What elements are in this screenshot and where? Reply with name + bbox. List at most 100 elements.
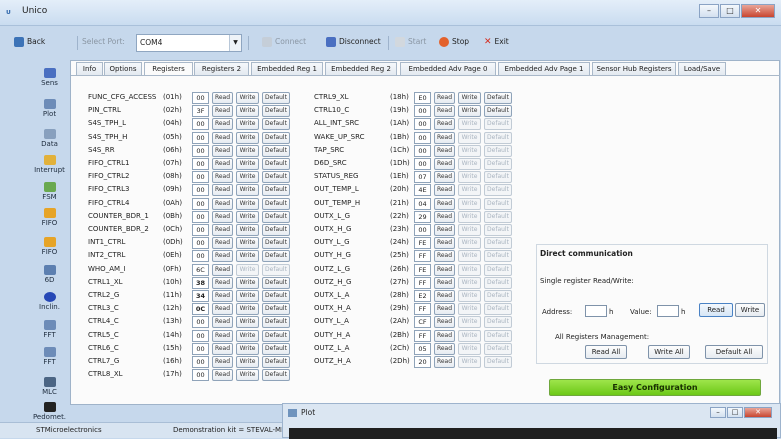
write-button[interactable]: Write [236,276,259,289]
read-button[interactable]: Read [434,303,455,316]
read-button[interactable]: Read [212,105,233,118]
register-value[interactable]: 00 [192,158,209,170]
read-button[interactable]: Read [212,303,233,316]
read-button[interactable]: Read [212,263,233,276]
register-value[interactable]: E0 [414,92,431,104]
write-button[interactable]: Write [236,342,259,355]
stop-button[interactable]: Stop [439,34,469,50]
read-button[interactable]: Read [434,237,455,250]
default-button[interactable]: Default [484,210,512,223]
read-button[interactable]: Read [212,210,233,223]
read-button[interactable]: Read [434,92,455,104]
write-button[interactable]: Write [458,290,481,302]
register-value[interactable]: 34 [192,290,209,302]
read-button[interactable]: Read [434,184,455,197]
maximize-button[interactable]: □ [720,4,740,18]
default-button[interactable]: Default [262,237,290,250]
read-button[interactable]: Read [434,224,455,236]
register-value[interactable]: 00 [414,224,431,236]
write-button[interactable]: Write [236,158,259,170]
read-all-button[interactable]: Read All [585,345,627,359]
read-button[interactable]: Read [212,316,233,329]
default-button[interactable]: Default [262,263,290,276]
read-button[interactable]: Read [212,356,233,368]
write-button[interactable]: Write [458,316,481,329]
tab-registers-2[interactable]: Registers 2 [194,62,249,75]
plot-maximize-button[interactable]: □ [727,407,743,418]
default-button[interactable]: Default [262,197,290,210]
default-button[interactable]: Default [484,105,512,118]
address-input[interactable] [585,305,607,317]
sidebar-item-pedomet[interactable]: Pedomet. [31,402,68,421]
read-button[interactable]: Read [212,237,233,250]
register-value[interactable]: 00 [414,158,431,170]
write-button[interactable]: Write [236,290,259,302]
default-button[interactable]: Default [484,263,512,276]
tab-registers[interactable]: Registers [144,62,193,76]
read-button[interactable]: Read [434,158,455,170]
read-button[interactable]: Read [212,118,233,131]
tab-embedded-reg-1[interactable]: Embedded Reg 1 [251,62,323,75]
default-button[interactable]: Default [262,105,290,118]
write-button[interactable]: Write [458,263,481,276]
default-button[interactable]: Default [484,356,512,368]
sidebar-item-6d[interactable]: 6D [31,265,68,284]
write-button[interactable]: Write [458,144,481,157]
default-button[interactable]: Default [484,276,512,289]
read-button[interactable]: Read [434,276,455,289]
exit-button[interactable]: ✕ Exit [484,34,509,50]
connect-button[interactable]: Connect [262,34,306,50]
register-value[interactable]: 4E [414,184,431,197]
register-value[interactable]: 00 [192,171,209,184]
default-button[interactable]: Default [484,131,512,144]
register-value[interactable]: E2 [414,290,431,302]
default-button[interactable]: Default [262,303,290,316]
write-button[interactable]: Write [458,158,481,170]
write-button[interactable]: Write [236,92,259,104]
default-button[interactable]: Default [484,184,512,197]
back-button[interactable]: Back [14,34,45,50]
default-button[interactable]: Default [262,356,290,368]
write-button[interactable]: Write [458,224,481,236]
write-button[interactable]: Write [458,303,481,316]
write-button[interactable]: Write [458,171,481,184]
sidebar-item-interrupt[interactable]: Interrupt [31,155,68,174]
write-button[interactable]: Write [458,131,481,144]
default-button[interactable]: Default [262,158,290,170]
write-button[interactable]: Write [236,263,259,276]
write-button[interactable]: Write [236,144,259,157]
register-value[interactable]: 00 [192,316,209,329]
register-value[interactable]: 3F [192,105,209,118]
sidebar-item-inclin[interactable]: Inclin. [31,292,68,311]
register-value[interactable]: 05 [414,342,431,355]
read-button[interactable]: Read [434,342,455,355]
write-button[interactable]: Write [236,105,259,118]
tab-info[interactable]: Info [76,62,103,75]
write-button[interactable]: Write [236,131,259,144]
read-button[interactable]: Read [434,105,455,118]
sidebar-item-plot[interactable]: Plot [31,99,68,118]
read-button[interactable]: Read [212,250,233,263]
write-button[interactable]: Write [458,118,481,131]
default-all-button[interactable]: Default All [705,345,763,359]
write-button[interactable]: Write [458,237,481,250]
default-button[interactable]: Default [262,210,290,223]
register-value[interactable]: 00 [192,224,209,236]
sidebar-item-fft[interactable]: FFT [31,347,68,366]
default-button[interactable]: Default [484,290,512,302]
default-button[interactable]: Default [262,290,290,302]
default-button[interactable]: Default [262,131,290,144]
register-value[interactable]: 00 [414,105,431,118]
default-button[interactable]: Default [484,171,512,184]
read-button[interactable]: Read [434,171,455,184]
register-value[interactable]: 00 [192,197,209,210]
start-button[interactable]: Start [395,34,426,50]
read-button[interactable]: Read [212,197,233,210]
default-button[interactable]: Default [262,250,290,263]
easy-configuration-button[interactable]: Easy Configuration [549,379,761,396]
write-button[interactable]: Write [458,197,481,210]
sidebar-item-fifo[interactable]: FIFO [31,237,68,256]
sidebar-item-fifo[interactable]: FIFO [31,208,68,227]
tab-embedded-reg-2[interactable]: Embedded Reg 2 [325,62,397,75]
plot-window[interactable]: Plot – □ ✕ [282,403,781,439]
